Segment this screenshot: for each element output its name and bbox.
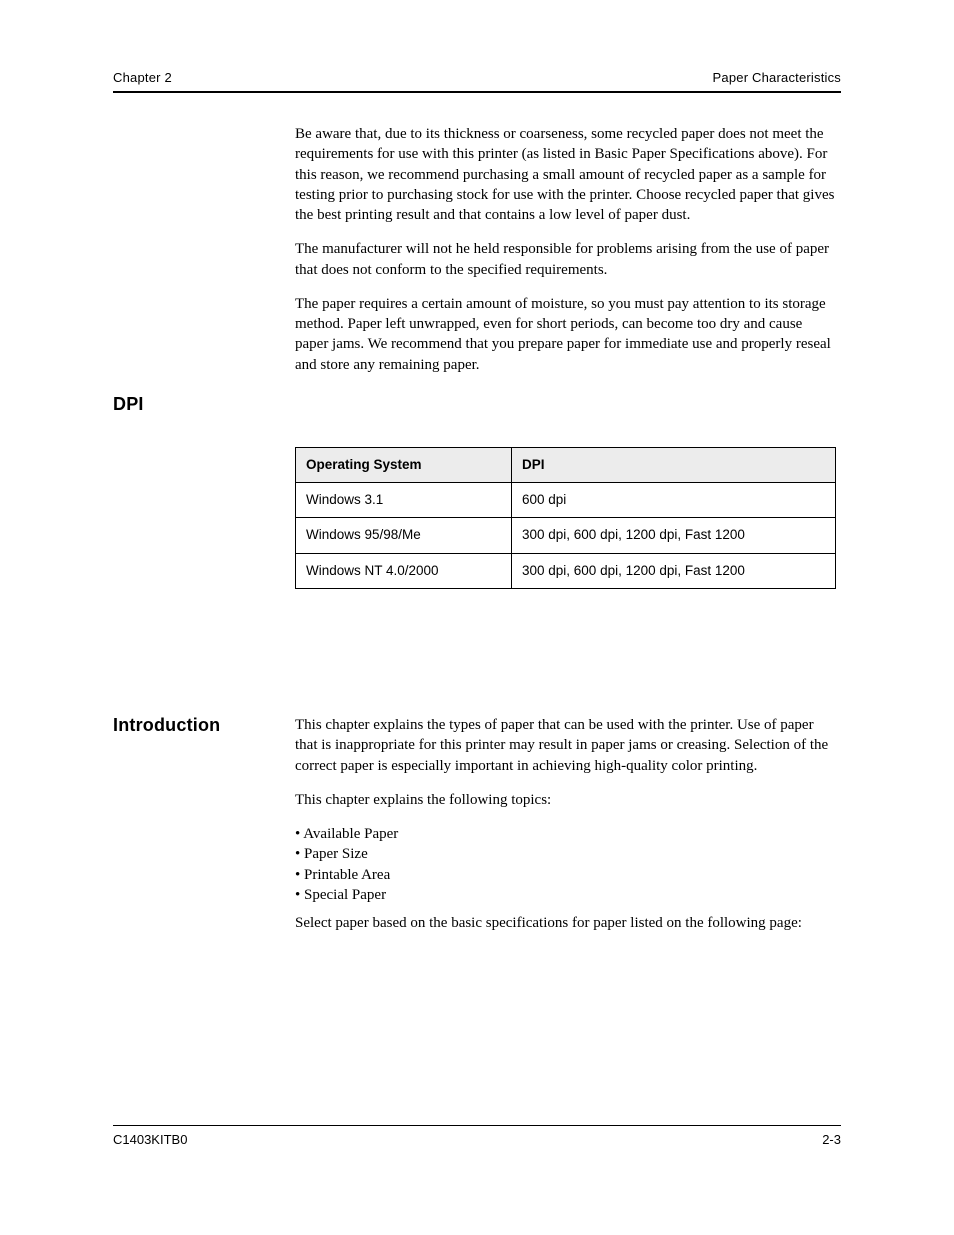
- page-header: Chapter 2 Paper Characteristics: [113, 70, 841, 93]
- footer-rule: [113, 1125, 841, 1126]
- intro-bullet: • Printable Area: [295, 867, 390, 883]
- table-cell: Windows 3.1: [296, 483, 512, 518]
- table-header-cell: Operating System: [296, 448, 512, 483]
- header-left: Chapter 2: [113, 70, 172, 85]
- footer-left: C1403KITB0: [113, 1132, 187, 1147]
- table-cell: 300 dpi, 600 dpi, 1200 dpi, Fast 1200: [512, 518, 836, 553]
- page-footer: C1403KITB0 2-3: [113, 1125, 841, 1147]
- table-row: Windows 95/98/Me 300 dpi, 600 dpi, 1200 …: [296, 518, 836, 553]
- intro-bullet: • Special Paper: [295, 887, 386, 903]
- table-cell: 300 dpi, 600 dpi, 1200 dpi, Fast 1200: [512, 553, 836, 588]
- section-heading-introduction: Introduction: [113, 715, 220, 736]
- intro-paragraph: This chapter explains the following topi…: [295, 790, 836, 810]
- intro-paragraph: This chapter explains the types of paper…: [295, 715, 836, 776]
- body-paragraph: Be aware that, due to its thickness or c…: [295, 124, 836, 225]
- intro-bullet: • Paper Size: [295, 846, 368, 862]
- intro-bullet: • Available Paper: [295, 826, 398, 842]
- body-content: Be aware that, due to its thickness or c…: [295, 124, 836, 389]
- table-cell: Windows 95/98/Me: [296, 518, 512, 553]
- dpi-table: Operating System DPI Windows 3.1 600 dpi…: [295, 447, 836, 589]
- body-paragraph: The manufacturer will not he held respon…: [295, 239, 836, 280]
- table-cell: 600 dpi: [512, 483, 836, 518]
- table-header-cell: DPI: [512, 448, 836, 483]
- header-rule: [113, 91, 841, 93]
- table-row: Windows NT 4.0/2000 300 dpi, 600 dpi, 12…: [296, 553, 836, 588]
- section-heading-dpi: DPI: [113, 394, 144, 415]
- table-header-row: Operating System DPI: [296, 448, 836, 483]
- introduction-content: This chapter explains the types of paper…: [295, 715, 836, 947]
- body-paragraph: The paper requires a certain amount of m…: [295, 294, 836, 375]
- header-right: Paper Characteristics: [713, 70, 841, 85]
- table-row: Windows 3.1 600 dpi: [296, 483, 836, 518]
- intro-paragraph: Select paper based on the basic specific…: [295, 913, 836, 933]
- dpi-table-container: Operating System DPI Windows 3.1 600 dpi…: [295, 447, 836, 589]
- table-cell: Windows NT 4.0/2000: [296, 553, 512, 588]
- footer-right: 2-3: [822, 1132, 841, 1147]
